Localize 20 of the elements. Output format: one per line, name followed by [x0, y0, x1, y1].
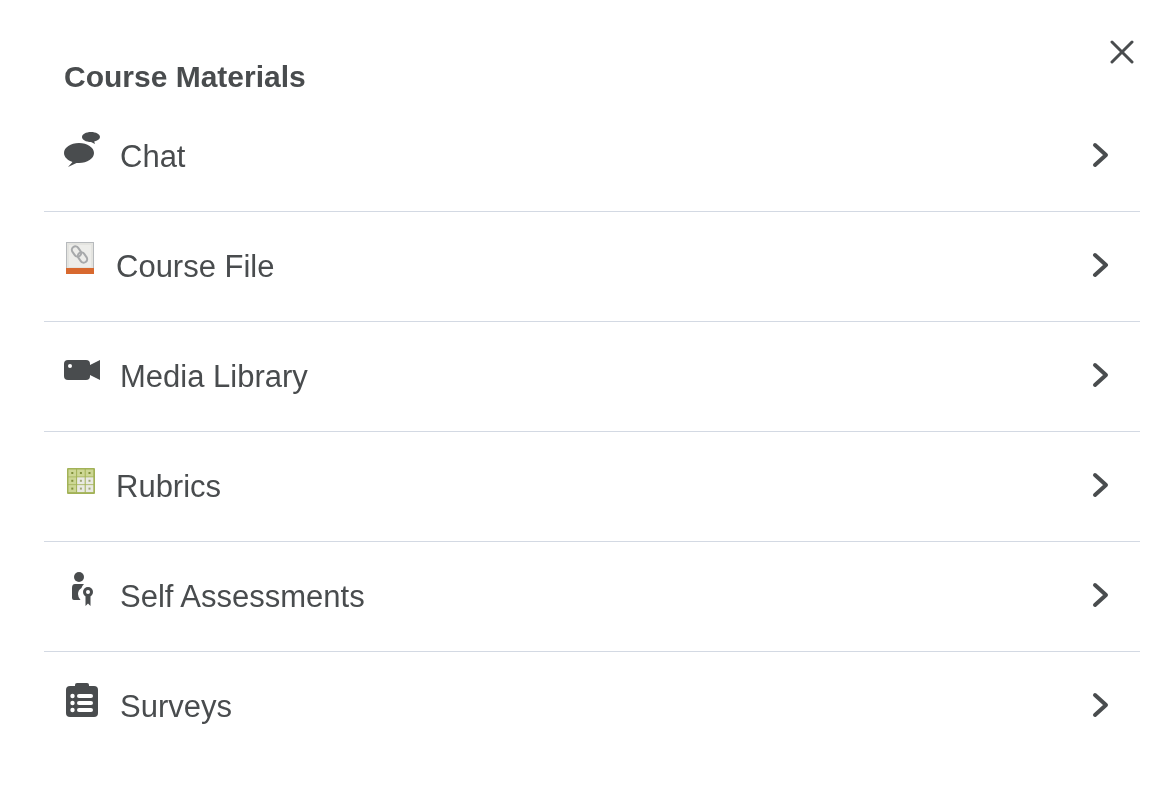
- video-camera-icon: [64, 360, 100, 380]
- chevron-right-icon: [1092, 581, 1110, 608]
- chevron-right-icon: [1092, 361, 1110, 388]
- panel-title: Course Materials: [64, 59, 306, 95]
- course-material-item[interactable]: Self Assessments: [44, 542, 1140, 651]
- clipboard-list-icon: [66, 683, 98, 717]
- course-material-item[interactable]: Surveys: [44, 652, 1140, 762]
- course-material-item[interactable]: Rubrics: [44, 432, 1140, 541]
- chevron-right-icon: [1092, 141, 1110, 168]
- close-icon: [1110, 40, 1134, 64]
- course-material-item[interactable]: Course File: [44, 212, 1140, 321]
- chain-link-file-icon: [66, 241, 94, 274]
- course-material-item[interactable]: Media Library: [44, 322, 1140, 431]
- person-ribbon-icon: [72, 571, 94, 606]
- grid-table-icon: [67, 467, 95, 494]
- course-material-item[interactable]: Chat: [44, 102, 1140, 211]
- chevron-right-icon: [1092, 251, 1110, 278]
- chevron-right-icon: [1092, 692, 1110, 718]
- chevron-right-icon: [1092, 471, 1110, 498]
- chat-bubbles-icon: [64, 130, 100, 167]
